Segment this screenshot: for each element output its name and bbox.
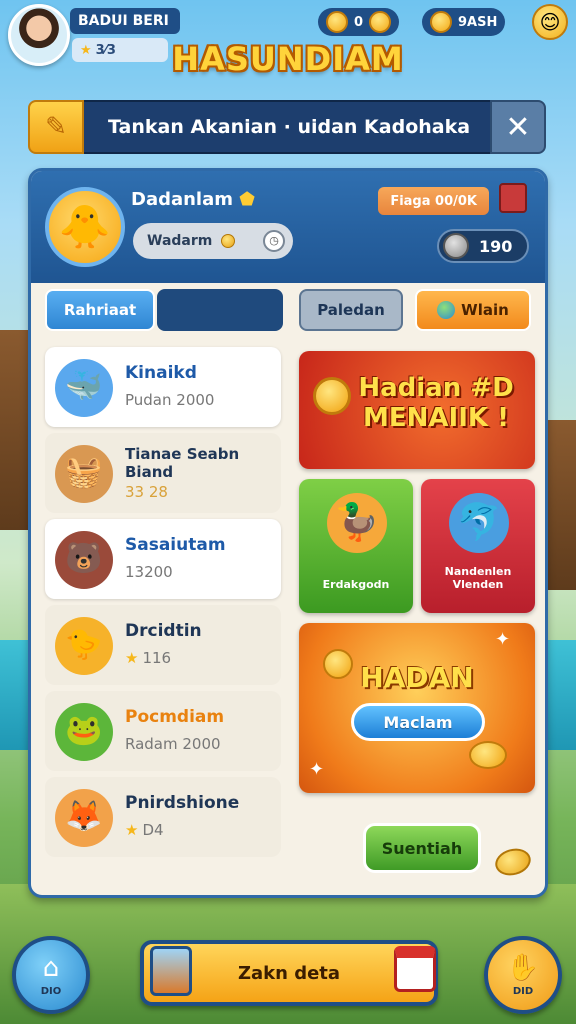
sparkle-icon: ✦ bbox=[309, 759, 325, 780]
green-reward-card[interactable]: 🦆 Erdakgodn bbox=[299, 479, 413, 613]
item-sub-value: D4 bbox=[142, 821, 164, 839]
item-sub: 33 28 bbox=[125, 483, 168, 501]
item-title: Tianae Seabn Biand bbox=[125, 445, 240, 481]
brown-creature-icon: 🐻 bbox=[55, 531, 113, 589]
close-icon[interactable]: ✕ bbox=[490, 100, 546, 154]
score-counter: 190 bbox=[437, 229, 529, 263]
star-icon: ★ bbox=[125, 649, 139, 667]
dolphin-icon: 🐬 bbox=[449, 493, 509, 553]
chest-icon[interactable] bbox=[499, 183, 527, 213]
tab-blank[interactable] bbox=[157, 289, 283, 331]
creature-icon: 🦆 bbox=[327, 493, 387, 553]
coin-icon bbox=[469, 741, 507, 769]
list-item[interactable]: 🧺 Tianae Seabn Biand 33 28 bbox=[45, 433, 281, 513]
hand-label: DID bbox=[512, 985, 534, 997]
sparkle-icon: ✦ bbox=[495, 629, 511, 650]
coin-icon bbox=[430, 11, 452, 33]
currency-value: 0 bbox=[354, 14, 364, 30]
player-stats-value: 3⁄3 bbox=[95, 42, 116, 58]
clock-icon: ◷ bbox=[263, 230, 285, 252]
hero-name-text: Dadanlam bbox=[131, 189, 234, 210]
list-item[interactable]: 🐳 Kinaikd Pudan 2000 bbox=[45, 347, 281, 427]
game-title: HASUNDIAM bbox=[172, 40, 404, 78]
home-icon: ⌂ bbox=[42, 952, 60, 983]
item-sub-value: 116 bbox=[142, 649, 172, 667]
list-item[interactable]: 🐻 Sasaiutam 13200 bbox=[45, 519, 281, 599]
hero-sub-text: Wadarm bbox=[147, 233, 213, 249]
main-panel: 🐥 Dadanlam ⬟ Wadarm ◷ Fiaga 00/0K 190 Ra… bbox=[28, 168, 548, 898]
player-stats: ★ 3⁄3 bbox=[72, 38, 168, 62]
tab-rahriaat[interactable]: Rahriaat bbox=[45, 289, 155, 331]
coin-icon bbox=[369, 11, 392, 33]
pencil-icon[interactable]: ✎ bbox=[28, 100, 84, 154]
big-reward-card[interactable]: ✦ ✦ HADAN Maclam bbox=[299, 623, 535, 793]
home-button[interactable]: ⌂ DIO bbox=[12, 936, 90, 1014]
card-label: Erdakgodn bbox=[322, 578, 390, 591]
globe-icon bbox=[437, 301, 456, 319]
score-label: Fiaga 00/0K bbox=[378, 187, 489, 215]
maclam-button[interactable]: Maclam bbox=[351, 703, 485, 741]
orange-creature-icon: 🦊 bbox=[55, 789, 113, 847]
blue-creature-icon: 🐳 bbox=[55, 359, 113, 417]
coin-icon bbox=[221, 234, 236, 248]
tab-paledan[interactable]: Paledan bbox=[299, 289, 403, 331]
currency-counter-coins[interactable]: 0 bbox=[318, 8, 400, 36]
hero-name: Dadanlam ⬟ bbox=[131, 189, 255, 210]
list-item[interactable]: 🐸 Pocmdiam Radam 2000 bbox=[45, 691, 281, 771]
item-title: Pnirdshione bbox=[125, 793, 240, 813]
item-sub: 13200 bbox=[125, 563, 173, 581]
big-card-title: HADAN bbox=[360, 661, 474, 694]
star-icon: ★ bbox=[80, 42, 92, 58]
badge-icon: ⬟ bbox=[239, 189, 255, 210]
promo-card[interactable]: Hadian #D MENAIIK ! bbox=[299, 351, 535, 469]
item-sub: ★ D4 bbox=[125, 821, 164, 839]
item-sub: ★ 116 bbox=[125, 649, 171, 667]
emoji-button[interactable]: 😊 bbox=[532, 4, 568, 40]
shop-icon[interactable] bbox=[394, 946, 436, 992]
item-list: 🐳 Kinaikd Pudan 2000 🧺 Tianae Seabn Bian… bbox=[45, 347, 281, 863]
coin-icon bbox=[326, 11, 348, 33]
star-icon: ★ bbox=[125, 821, 139, 839]
coin-icon bbox=[492, 844, 534, 880]
card-label: Nandenlen Vlenden bbox=[444, 565, 512, 591]
list-item[interactable]: 🦊 Pnirdshione ★ D4 bbox=[45, 777, 281, 857]
score-value: 190 bbox=[479, 236, 513, 256]
search-bar[interactable]: ✎ Tankan Akanian · uidan Kadohaka ✕ bbox=[28, 100, 546, 154]
green-creature-icon: 🐸 bbox=[55, 703, 113, 761]
yellow-creature-icon: 🐤 bbox=[55, 617, 113, 675]
jar-icon bbox=[150, 946, 192, 996]
player-name: BADUI BERI bbox=[70, 8, 180, 34]
currency-counter-cash[interactable]: 9ASH bbox=[422, 8, 506, 36]
tab-wlain[interactable]: Wlain bbox=[415, 289, 531, 331]
home-label: DIO bbox=[40, 985, 62, 997]
hero-sub-label[interactable]: Wadarm ◷ bbox=[133, 223, 293, 259]
hand-icon: ✋ bbox=[506, 952, 540, 983]
item-title: Kinaikd bbox=[125, 363, 197, 383]
list-item[interactable]: 🐤 Drcidtin ★ 116 bbox=[45, 605, 281, 685]
item-title: Pocmdiam bbox=[125, 707, 225, 727]
hero-avatar[interactable]: 🐥 bbox=[45, 187, 125, 267]
search-input[interactable]: Tankan Akanian · uidan Kadohaka bbox=[84, 100, 490, 154]
hand-button[interactable]: ✋ DID bbox=[484, 936, 562, 1014]
item-sub: Radam 2000 bbox=[125, 735, 221, 753]
item-sub: Pudan 2000 bbox=[125, 391, 215, 409]
currency-value: 9ASH bbox=[458, 14, 498, 30]
player-avatar[interactable] bbox=[8, 4, 70, 66]
coin-icon bbox=[443, 233, 469, 259]
red-reward-card[interactable]: 🐬 Nandenlen Vlenden bbox=[421, 479, 535, 613]
tab-wlain-label: Wlain bbox=[461, 301, 509, 319]
promo-text: Hadian #D MENAIIK ! bbox=[358, 373, 514, 433]
suentiah-button[interactable]: Suentiah bbox=[363, 823, 481, 873]
item-title: Drcidtin bbox=[125, 621, 202, 641]
item-title: Sasaiutam bbox=[125, 535, 226, 555]
basket-icon: 🧺 bbox=[55, 445, 113, 503]
